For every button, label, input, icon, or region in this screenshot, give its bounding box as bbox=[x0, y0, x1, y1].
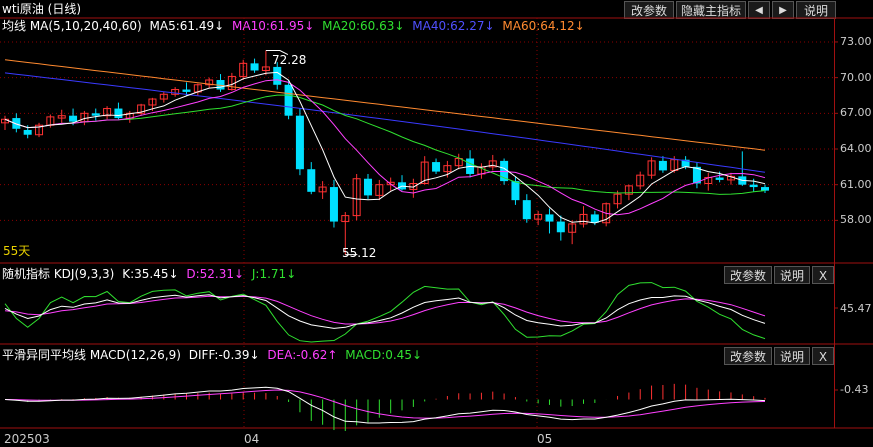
kdj-close-button[interactable]: X bbox=[812, 266, 834, 284]
price-chart-svg[interactable] bbox=[0, 0, 873, 447]
candle-body-16 bbox=[182, 89, 191, 92]
price-tick-2: 67.00 bbox=[840, 106, 872, 120]
ma60-line bbox=[4, 59, 766, 151]
candle-body-58 bbox=[658, 160, 667, 171]
macd-diff-value: DIFF:-0.39↓ bbox=[188, 348, 260, 362]
candle-body-26 bbox=[295, 115, 304, 170]
candle-body-67 bbox=[761, 187, 769, 191]
high-marker-label: 72.28 bbox=[272, 53, 307, 67]
date-tick-march: 202503 bbox=[4, 432, 50, 446]
candle-body-22 bbox=[250, 63, 259, 71]
price-tick-0: 73.00 bbox=[840, 34, 872, 48]
kdj-modify-button[interactable]: 改参数 bbox=[724, 266, 772, 284]
candle-body-1 bbox=[12, 118, 21, 129]
macd-legend: 平滑异同平均线 MACD(12,26,9) DIFF:-0.39↓ DEA:-0… bbox=[2, 348, 422, 362]
kdj-d-value: D:52.31↓ bbox=[186, 267, 245, 281]
kdj-j-line bbox=[4, 282, 766, 343]
candle-body-45 bbox=[511, 181, 520, 201]
ma5-line bbox=[4, 71, 766, 224]
price-tick-5: 58.00 bbox=[840, 213, 872, 227]
candle-body-38 bbox=[432, 162, 441, 172]
candle-body-25 bbox=[284, 84, 293, 116]
candle-body-2 bbox=[23, 129, 32, 135]
candle-body-46 bbox=[522, 200, 531, 220]
kdj-legend: 随机指标 KDJ(9,3,3) K:35.45↓ D:52.31↓ J:1.71… bbox=[2, 267, 296, 281]
candle-body-6 bbox=[69, 115, 78, 122]
candle-body-32 bbox=[363, 178, 372, 196]
candle-body-48 bbox=[545, 214, 554, 222]
kdj-label: 随机指标 KDJ(9,3,3) bbox=[2, 267, 115, 281]
candle-body-27 bbox=[307, 169, 316, 192]
candle-body-10 bbox=[114, 108, 123, 119]
macd-close-button[interactable]: X bbox=[812, 347, 834, 365]
kdj-help-button[interactable]: 说明 bbox=[774, 266, 810, 284]
date-tick-april: 04 bbox=[244, 432, 260, 446]
price-tick-3: 64.00 bbox=[840, 142, 872, 155]
kdj-axis-tick: 45.47 bbox=[840, 302, 872, 315]
candle-body-29 bbox=[329, 187, 338, 222]
macd-dea-line bbox=[4, 389, 766, 419]
kdj-d-line bbox=[4, 295, 766, 325]
days-label: 55天 bbox=[3, 244, 31, 258]
ma40-line bbox=[4, 72, 766, 173]
macd-axis-tick: -0.43 bbox=[840, 383, 869, 396]
low-marker-label: 55.12 bbox=[342, 246, 377, 260]
price-tick-1: 70.00 bbox=[840, 70, 872, 84]
ma10-line bbox=[4, 79, 766, 216]
candle-body-49 bbox=[556, 221, 565, 233]
candle-body-63 bbox=[715, 177, 724, 180]
candle-body-24 bbox=[273, 66, 282, 85]
macd-help-button[interactable]: 说明 bbox=[774, 347, 810, 365]
kdj-j-value: J:1.71↓ bbox=[251, 267, 297, 281]
macd-macd-value: MACD:0.45↓ bbox=[345, 348, 423, 362]
macd-diff-line bbox=[4, 386, 766, 424]
macd-dea-value: DEA:-0.62↑ bbox=[267, 348, 338, 362]
date-tick-may: 05 bbox=[537, 432, 553, 446]
price-tick-4: 61.00 bbox=[840, 177, 872, 191]
macd-label: 平滑异同平均线 MACD(12,26,9) bbox=[2, 348, 181, 362]
candle-body-66 bbox=[749, 184, 758, 188]
candle-body-52 bbox=[590, 214, 599, 223]
candle-body-8 bbox=[91, 113, 100, 116]
kdj-k-line bbox=[4, 294, 766, 329]
kdj-k-value: K:35.45↓ bbox=[122, 267, 179, 281]
macd-modify-button[interactable]: 改参数 bbox=[724, 347, 772, 365]
